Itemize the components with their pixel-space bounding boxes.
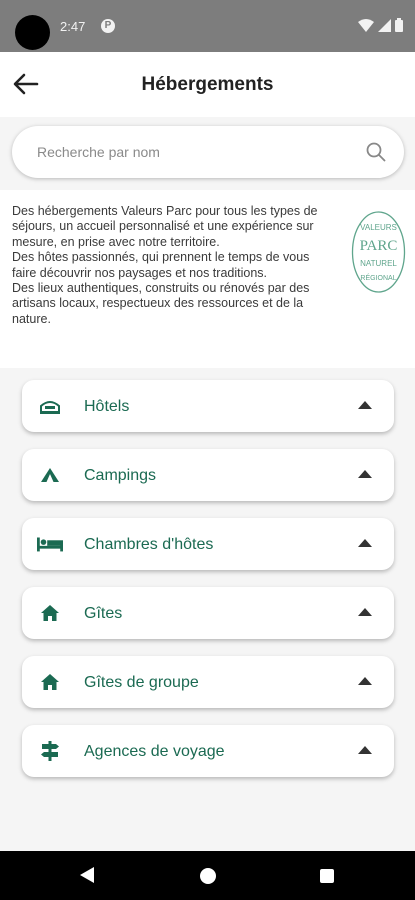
search-input[interactable] (37, 126, 357, 178)
category-label: Chambres d'hôtes (84, 536, 214, 553)
status-time: 2:47 (60, 19, 86, 34)
svg-text:NATUREL: NATUREL (360, 259, 397, 268)
search-bar (12, 126, 404, 178)
caret-up-icon (358, 470, 372, 478)
app-bar: Hébergements (0, 52, 415, 117)
status-icons (358, 18, 403, 32)
caret-up-icon (358, 539, 372, 547)
notification-icon: P (101, 19, 115, 33)
signal-icon (378, 18, 391, 32)
category-agences-de-voyage[interactable]: Agences de voyage (22, 725, 394, 777)
nav-recents-icon[interactable] (320, 869, 334, 883)
intro-paragraph: Des hébergements Valeurs Parc pour tous … (12, 204, 318, 249)
category-label: Agences de voyage (84, 743, 225, 760)
nav-back-icon[interactable] (80, 867, 94, 883)
hotel-icon (37, 394, 63, 418)
intro-section: Des hébergements Valeurs Parc pour tous … (0, 190, 415, 368)
category-label: Hôtels (84, 398, 130, 415)
valeurs-parc-logo: VALEURS PARC NATUREL RÉGIONAL (351, 211, 406, 293)
wifi-icon (358, 18, 374, 32)
nav-home-icon[interactable] (200, 868, 216, 884)
category-gites[interactable]: Gîtes (22, 587, 394, 639)
system-nav-bar (0, 851, 415, 900)
category-gites-de-groupe[interactable]: Gîtes de groupe (22, 656, 394, 708)
intro-paragraph: Des lieux authentiques, construits ou ré… (12, 281, 310, 326)
category-label: Gîtes de groupe (84, 674, 199, 691)
battery-icon (395, 18, 403, 32)
caret-up-icon (358, 677, 372, 685)
signpost-icon (37, 739, 63, 763)
intro-text: Des hébergements Valeurs Parc pour tous … (12, 204, 337, 327)
category-list: Hôtels Campings Chambres d'hôtes Gîtes G… (22, 380, 394, 794)
caret-up-icon (358, 746, 372, 754)
category-chambres-dhotes[interactable]: Chambres d'hôtes (22, 518, 394, 570)
house-icon (37, 670, 63, 694)
category-label: Campings (84, 467, 157, 484)
intro-paragraph: Des hôtes passionnés, qui prennent le te… (12, 250, 310, 280)
tent-icon (37, 463, 63, 487)
caret-up-icon (358, 608, 372, 616)
svg-text:RÉGIONAL: RÉGIONAL (360, 273, 396, 282)
category-hotels[interactable]: Hôtels (22, 380, 394, 432)
page-title: Hébergements (141, 74, 274, 95)
category-label: Gîtes (84, 605, 123, 622)
svg-text:VALEURS: VALEURS (360, 223, 397, 232)
category-campings[interactable]: Campings (22, 449, 394, 501)
camera-cutout (15, 15, 50, 50)
search-icon[interactable] (366, 142, 386, 162)
caret-up-icon (358, 401, 372, 409)
house-icon (37, 601, 63, 625)
bed-icon (37, 532, 63, 556)
status-bar: 2:47 P (0, 0, 415, 52)
svg-text:PARC: PARC (360, 238, 398, 254)
